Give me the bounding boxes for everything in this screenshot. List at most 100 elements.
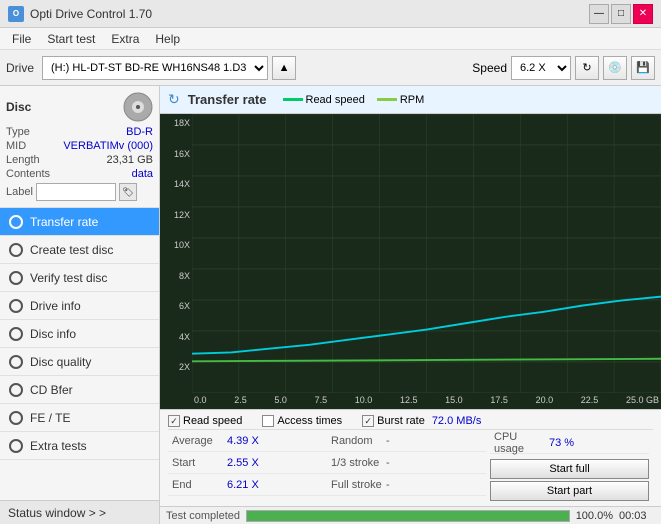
progress-bar-container: Test completed 100.0% 00:03 bbox=[160, 506, 661, 524]
menu-extra[interactable]: Extra bbox=[103, 30, 147, 48]
chart-svg-container: 0.0 2.5 5.0 7.5 10.0 12.5 15.0 17.5 20.0… bbox=[192, 114, 661, 409]
speed-select[interactable]: 6.2 X bbox=[511, 56, 571, 80]
drive-select[interactable]: (H:) HL-DT-ST BD-RE WH16NS48 1.D3 bbox=[42, 56, 268, 80]
length-value: 23,31 GB bbox=[107, 154, 153, 166]
nav-item-extra-tests[interactable]: Extra tests bbox=[0, 432, 159, 460]
contents-value: data bbox=[132, 168, 153, 180]
checkbox-burst-rate[interactable]: ✓ Burst rate 72.0 MB/s bbox=[362, 415, 481, 427]
y-axis: 18X 16X 14X 12X 10X 8X 6X 4X 2X bbox=[160, 114, 192, 409]
refresh-button[interactable]: ↻ bbox=[575, 56, 599, 80]
stat-end: End 6.21 X bbox=[168, 474, 327, 496]
nav-item-create-test-disc[interactable]: Create test disc bbox=[0, 236, 159, 264]
start-part-button[interactable]: Start part bbox=[490, 481, 649, 501]
nav-label-create-test-disc: Create test disc bbox=[30, 243, 113, 257]
x-label-75: 7.5 bbox=[315, 395, 328, 405]
x-label-100: 10.0 bbox=[355, 395, 373, 405]
y-label-12: 12X bbox=[162, 210, 190, 220]
nav-item-fe-te[interactable]: FE / TE bbox=[0, 404, 159, 432]
legend-read-speed-label: Read speed bbox=[306, 94, 365, 106]
progress-bar-inner bbox=[247, 511, 569, 521]
stat-full-stroke-val: - bbox=[386, 479, 482, 491]
checkbox-access-times[interactable]: Access times bbox=[262, 415, 342, 427]
legend-rpm: RPM bbox=[377, 94, 424, 106]
access-times-checkbox-label: Access times bbox=[277, 415, 342, 427]
status-window-button[interactable]: Status window > > bbox=[0, 500, 159, 524]
x-label-150: 15.0 bbox=[445, 395, 463, 405]
close-button[interactable]: ✕ bbox=[633, 4, 653, 24]
burst-rate-checkbox[interactable]: ✓ bbox=[362, 415, 374, 427]
legend-read-speed: Read speed bbox=[283, 94, 365, 106]
stats-mid-col: Random - 1/3 stroke - Full stroke - bbox=[327, 430, 486, 503]
y-label-14: 14X bbox=[162, 179, 190, 189]
stat-1-3-stroke: 1/3 stroke - bbox=[327, 452, 486, 474]
x-axis: 0.0 2.5 5.0 7.5 10.0 12.5 15.0 17.5 20.0… bbox=[192, 393, 661, 409]
chart-legend: Read speed RPM bbox=[283, 94, 425, 106]
nav-item-verify-test-disc[interactable]: Verify test disc bbox=[0, 264, 159, 292]
y-label-4: 4X bbox=[162, 332, 190, 342]
length-key: Length bbox=[6, 154, 40, 166]
stat-cpu-usage: CPU usage 73 % bbox=[490, 432, 649, 454]
save-button[interactable]: 💾 bbox=[631, 56, 655, 80]
nav-item-disc-info[interactable]: Disc info bbox=[0, 320, 159, 348]
stats-left-col: Average 4.39 X Start 2.55 X End 6.21 X bbox=[168, 430, 327, 503]
start-full-button[interactable]: Start full bbox=[490, 459, 649, 479]
nav-label-cd-bfer: CD Bfer bbox=[30, 383, 73, 397]
disc-title: Disc bbox=[6, 100, 31, 114]
legend-read-speed-color bbox=[283, 98, 303, 101]
progress-bar-outer bbox=[246, 510, 570, 522]
label-icon-button[interactable]: 🏷 bbox=[119, 183, 137, 201]
minimize-button[interactable]: — bbox=[589, 4, 609, 24]
stats-section: Average 4.39 X Start 2.55 X End 6.21 X R… bbox=[168, 429, 653, 503]
checkboxes-row: ✓ Read speed Access times ✓ Burst rate 7… bbox=[168, 413, 653, 429]
maximize-button[interactable]: □ bbox=[611, 4, 631, 24]
nav-item-disc-quality[interactable]: Disc quality bbox=[0, 348, 159, 376]
content-area: ↻ Transfer rate Read speed RPM 18X 16X 1… bbox=[160, 86, 661, 524]
read-speed-checkbox-label: Read speed bbox=[183, 415, 242, 427]
y-label-16: 16X bbox=[162, 149, 190, 159]
status-text: Test completed bbox=[166, 510, 240, 522]
x-label-125: 12.5 bbox=[400, 395, 418, 405]
label-input[interactable] bbox=[36, 183, 116, 201]
nav-item-drive-info[interactable]: Drive info bbox=[0, 292, 159, 320]
read-speed-checkbox[interactable]: ✓ bbox=[168, 415, 180, 427]
nav-label-disc-info: Disc info bbox=[30, 327, 76, 341]
chart-header: ↻ Transfer rate Read speed RPM bbox=[160, 86, 661, 114]
label-key: Label bbox=[6, 186, 33, 198]
stat-average: Average 4.39 X bbox=[168, 430, 327, 452]
stat-start-key: Start bbox=[172, 457, 227, 469]
stats-bar: ✓ Read speed Access times ✓ Burst rate 7… bbox=[160, 409, 661, 506]
stat-1-3-stroke-val: - bbox=[386, 457, 482, 469]
y-label-8: 8X bbox=[162, 271, 190, 281]
nav-items: Transfer rate Create test disc Verify te… bbox=[0, 208, 159, 500]
nav-label-transfer-rate: Transfer rate bbox=[30, 215, 98, 229]
stat-full-stroke-key: Full stroke bbox=[331, 479, 386, 491]
disc-button[interactable]: 💿 bbox=[603, 56, 627, 80]
nav-item-transfer-rate[interactable]: Transfer rate bbox=[0, 208, 159, 236]
toolbar: Drive (H:) HL-DT-ST BD-RE WH16NS48 1.D3 … bbox=[0, 50, 661, 86]
type-key: Type bbox=[6, 126, 30, 138]
nav-label-fe-te: FE / TE bbox=[30, 411, 70, 425]
menu-file[interactable]: File bbox=[4, 30, 39, 48]
x-label-25: 2.5 bbox=[234, 395, 247, 405]
eject-button[interactable]: ▲ bbox=[272, 56, 296, 80]
mid-key: MID bbox=[6, 140, 26, 152]
burst-rate-value: 72.0 MB/s bbox=[432, 415, 482, 427]
checkbox-read-speed[interactable]: ✓ Read speed bbox=[168, 415, 242, 427]
menu-bar: File Start test Extra Help bbox=[0, 28, 661, 50]
nav-item-cd-bfer[interactable]: CD Bfer bbox=[0, 376, 159, 404]
stat-cpu-key: CPU usage bbox=[494, 431, 549, 455]
x-label-200: 20.0 bbox=[536, 395, 554, 405]
y-label-18: 18X bbox=[162, 118, 190, 128]
stat-random-key: Random bbox=[331, 435, 386, 447]
chart-area: 18X 16X 14X 12X 10X 8X 6X 4X 2X bbox=[160, 114, 661, 409]
x-label-225: 22.5 bbox=[581, 395, 599, 405]
app-title: Opti Drive Control 1.70 bbox=[30, 7, 152, 21]
menu-start-test[interactable]: Start test bbox=[39, 30, 103, 48]
stat-end-key: End bbox=[172, 479, 227, 491]
progress-percent: 100.0% bbox=[576, 510, 613, 522]
stat-1-3-stroke-key: 1/3 stroke bbox=[331, 457, 386, 469]
menu-help[interactable]: Help bbox=[147, 30, 188, 48]
drive-label: Drive bbox=[6, 61, 34, 75]
access-times-checkbox[interactable] bbox=[262, 415, 274, 427]
sidebar: Disc Type BD-R MID VERBATIMv (000) Lengt… bbox=[0, 86, 160, 524]
